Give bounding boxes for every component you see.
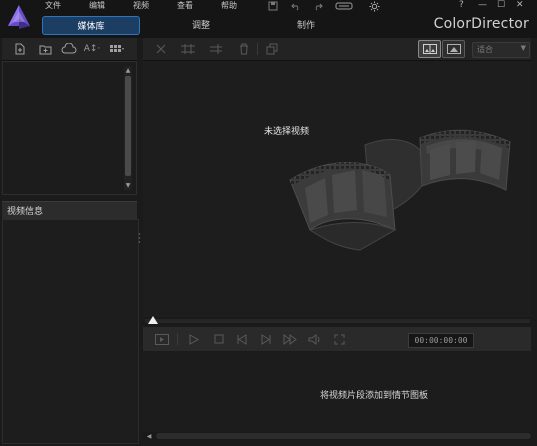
import-folder-icon[interactable] xyxy=(38,42,52,56)
timeline-track[interactable] xyxy=(145,319,530,323)
help-button[interactable]: ? xyxy=(459,0,473,12)
chevron-down-icon: ▼ xyxy=(520,44,526,52)
tab-media-library[interactable]: 媒体库 xyxy=(42,16,140,35)
next-frame-icon[interactable] xyxy=(259,332,273,346)
scroll-up-icon[interactable]: ▲ xyxy=(124,66,132,74)
clip-icon[interactable] xyxy=(154,332,170,346)
menu-view[interactable]: 查看 xyxy=(177,0,193,12)
toolbar-divider xyxy=(257,43,258,55)
storyboard-hint: 将视频片段添加到情节图板 xyxy=(320,391,429,401)
play-icon[interactable] xyxy=(187,332,201,346)
close-button[interactable]: ✕ xyxy=(516,0,530,12)
timeline-playhead[interactable] xyxy=(148,316,158,324)
volume-icon[interactable] xyxy=(307,332,321,346)
trim-icon[interactable] xyxy=(179,42,197,56)
cloud-account-icon[interactable] xyxy=(334,0,354,12)
video-info-title: 视频信息 xyxy=(7,207,44,217)
menu-file[interactable]: 文件 xyxy=(45,0,61,12)
join-icon[interactable] xyxy=(208,42,224,56)
stop-icon[interactable] xyxy=(212,332,226,346)
fast-forward-icon[interactable] xyxy=(282,332,298,346)
menu-video[interactable]: 视频 xyxy=(133,0,149,12)
tab-adjust[interactable]: 调整 xyxy=(171,16,231,33)
grid-view-icon[interactable] xyxy=(107,42,127,56)
timecode-display: 00:00:00:00 xyxy=(408,333,474,348)
undo-icon[interactable] xyxy=(289,0,303,12)
tab-produce[interactable]: 制作 xyxy=(276,16,336,33)
brand-title: ColorDirector xyxy=(433,16,529,32)
controls-divider xyxy=(177,333,178,345)
panel-splitter[interactable] xyxy=(138,232,141,244)
cloud-download-icon[interactable] xyxy=(60,42,78,56)
copy-icon[interactable] xyxy=(265,42,279,56)
library-scrollbar-thumb[interactable] xyxy=(125,76,131,176)
media-library-list[interactable] xyxy=(2,61,137,195)
save-icon[interactable] xyxy=(266,0,280,12)
split-view-icon xyxy=(419,41,440,57)
split-icon[interactable] xyxy=(154,42,168,56)
settings-icon[interactable] xyxy=(367,0,381,12)
film-strip-graphic xyxy=(289,129,511,251)
delete-icon[interactable] xyxy=(237,42,251,56)
redo-icon[interactable] xyxy=(311,0,325,12)
menu-edit[interactable]: 编辑 xyxy=(89,0,105,12)
menu-help[interactable]: 帮助 xyxy=(221,0,237,12)
text-size-icon[interactable]: A↕· xyxy=(82,42,102,56)
scroll-down-icon[interactable]: ▼ xyxy=(124,181,132,189)
maximize-button[interactable]: ☐ xyxy=(497,0,511,12)
app-logo xyxy=(4,2,34,32)
single-view-icon xyxy=(443,41,464,57)
video-info-panel xyxy=(2,219,139,444)
import-file-icon[interactable] xyxy=(13,42,27,56)
zoom-fit-label: 适合 xyxy=(477,45,493,54)
previous-frame-icon[interactable] xyxy=(234,332,248,346)
storyboard-scrollbar-thumb[interactable] xyxy=(156,433,531,439)
scroll-left-icon[interactable]: ◀ xyxy=(145,432,153,440)
fullscreen-icon[interactable] xyxy=(332,332,346,346)
minimize-button[interactable]: — xyxy=(478,0,492,12)
zoom-fit-select[interactable]: 适合 ▼ xyxy=(472,42,530,58)
